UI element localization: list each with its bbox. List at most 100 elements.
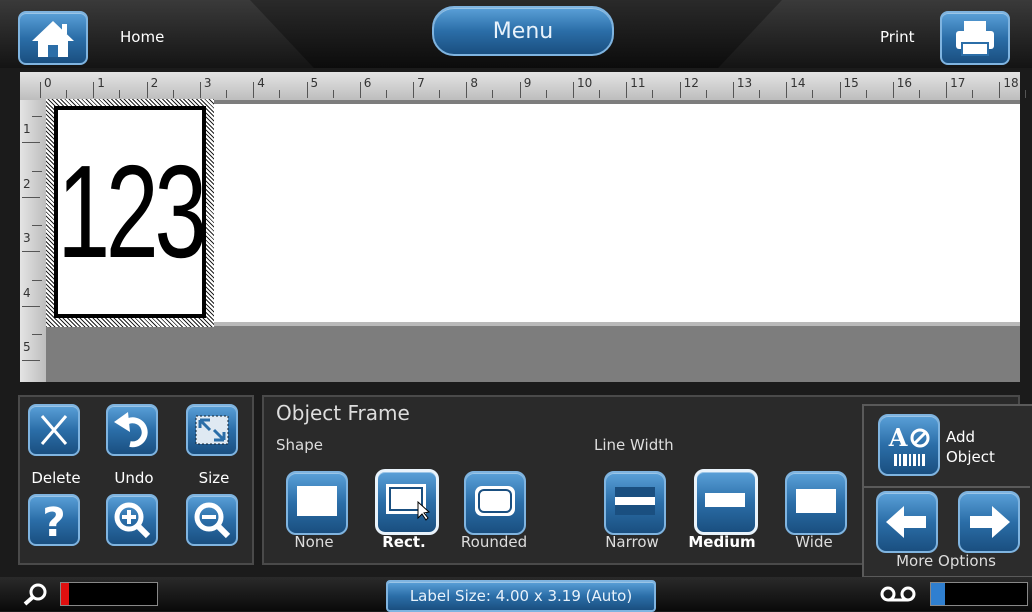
label-size-indicator[interactable]: Label Size: 4.00 x 3.19 (Auto) (386, 580, 656, 612)
ruler-number: 2 (150, 76, 159, 90)
resize-icon (195, 415, 229, 445)
ruler-major-tick (93, 82, 95, 98)
ruler-minor-tick (385, 90, 387, 98)
home-button[interactable] (18, 11, 88, 65)
ruler-major-tick (999, 82, 1001, 98)
object-text: 123 (57, 138, 207, 285)
help-button[interactable]: ? (28, 494, 80, 546)
more-options-label: More Options (896, 552, 996, 570)
ruler-major-tick (732, 82, 734, 98)
ruler-minor-tick (172, 90, 174, 98)
search-icon (20, 582, 50, 610)
ruler-major-tick (413, 82, 415, 98)
ruler-minor-tick (758, 90, 760, 98)
ruler-number: 15 (843, 76, 859, 90)
ruler-minor-tick (652, 90, 654, 98)
size-label: Size (198, 469, 230, 487)
text-object[interactable]: 123 (54, 106, 207, 318)
ruler-major-tick (573, 82, 574, 98)
undo-label: Undo (114, 469, 154, 487)
ruler-major-tick (786, 82, 788, 98)
menu-button[interactable]: Menu (432, 6, 614, 56)
shape-none-button[interactable] (286, 471, 348, 535)
ruler-minor-tick (705, 90, 707, 98)
ruler-minor-tick (812, 90, 814, 98)
shape-heading: Shape (276, 436, 323, 454)
ruler-major-tick (466, 82, 468, 98)
printer-icon (956, 21, 994, 56)
ruler-number: 12 (683, 76, 699, 90)
ruler-major-tick (146, 82, 148, 98)
blank-frame-icon (297, 486, 337, 516)
tape-level-meter (930, 582, 1028, 606)
ruler-major-tick (40, 82, 41, 98)
width-narrow-label: Narrow (605, 533, 659, 551)
ruler-number: 10 (577, 76, 593, 90)
delete-label: Delete (31, 469, 81, 487)
ruler-number: 7 (417, 76, 425, 90)
ruler-number: 3 (23, 231, 31, 245)
ruler-number: 2 (23, 176, 31, 191)
ruler-minor-tick (918, 90, 920, 98)
ruler-number: 13 (736, 76, 753, 90)
width-medium-button[interactable] (694, 469, 758, 535)
ruler-minor-tick (32, 279, 42, 281)
ruler-number: 4 (257, 76, 265, 90)
ink-level-meter (60, 582, 158, 606)
ruler-major-tick (22, 305, 40, 307)
zoom-out-icon (194, 502, 231, 539)
ruler-number: 18 (1003, 76, 1019, 90)
width-narrow-button[interactable] (604, 471, 666, 535)
ruler-number: 9 (523, 76, 532, 90)
side-divider (862, 486, 1030, 488)
zoom-out-button[interactable] (186, 494, 238, 546)
wide-line-icon (796, 489, 836, 513)
ruler-major-tick (22, 196, 40, 198)
tape-icon (878, 584, 918, 608)
ruler-major-tick (22, 251, 40, 252)
next-options-button[interactable] (958, 491, 1020, 553)
ruler-number: 1 (97, 76, 105, 90)
width-wide-button[interactable] (785, 471, 847, 535)
ruler-minor-tick (972, 90, 974, 98)
question-icon: ? (42, 500, 65, 546)
ruler-number: 11 (630, 76, 646, 90)
ruler-major-tick (253, 82, 255, 98)
ruler-number: 5 (23, 340, 31, 354)
ruler-minor-tick (865, 90, 867, 98)
ruler-minor-tick (32, 334, 42, 335)
delete-button[interactable] (28, 404, 80, 456)
panel-title: Object Frame (276, 401, 410, 425)
narrow-line-icon (615, 487, 655, 515)
undo-button[interactable] (106, 404, 158, 456)
ruler-number: 5 (310, 76, 319, 90)
ruler-minor-tick (32, 170, 42, 172)
ruler-number: 8 (470, 76, 479, 90)
size-button[interactable] (186, 404, 238, 456)
width-wide-label: Wide (795, 533, 833, 551)
ruler-major-tick (306, 82, 308, 98)
ruler-number: 17 (950, 76, 966, 90)
delete-icon (40, 415, 68, 445)
shape-rect-button[interactable] (375, 469, 439, 535)
ruler-minor-tick (32, 225, 42, 226)
ruler-major-tick (892, 82, 894, 98)
ruler-number: 14 (790, 76, 806, 90)
ruler-major-tick (519, 82, 521, 98)
arrow-left-icon (886, 506, 926, 538)
svg-text:?: ? (42, 500, 65, 544)
shape-rounded-button[interactable] (464, 471, 526, 535)
home-label: Home (120, 28, 165, 46)
print-button[interactable] (940, 11, 1010, 65)
ruler-number: 3 (203, 76, 212, 90)
ink-level-fill (61, 583, 69, 605)
previous-options-button[interactable] (876, 491, 938, 553)
ruler-minor-tick (439, 90, 441, 98)
zoom-in-button[interactable] (106, 494, 158, 546)
ruler-major-tick (359, 82, 361, 98)
ruler-major-tick (626, 82, 628, 98)
add-object-button[interactable]: A (878, 414, 940, 476)
ruler-major-tick (946, 82, 948, 98)
ruler-minor-tick (225, 90, 227, 98)
ruler-minor-tick (119, 90, 121, 98)
